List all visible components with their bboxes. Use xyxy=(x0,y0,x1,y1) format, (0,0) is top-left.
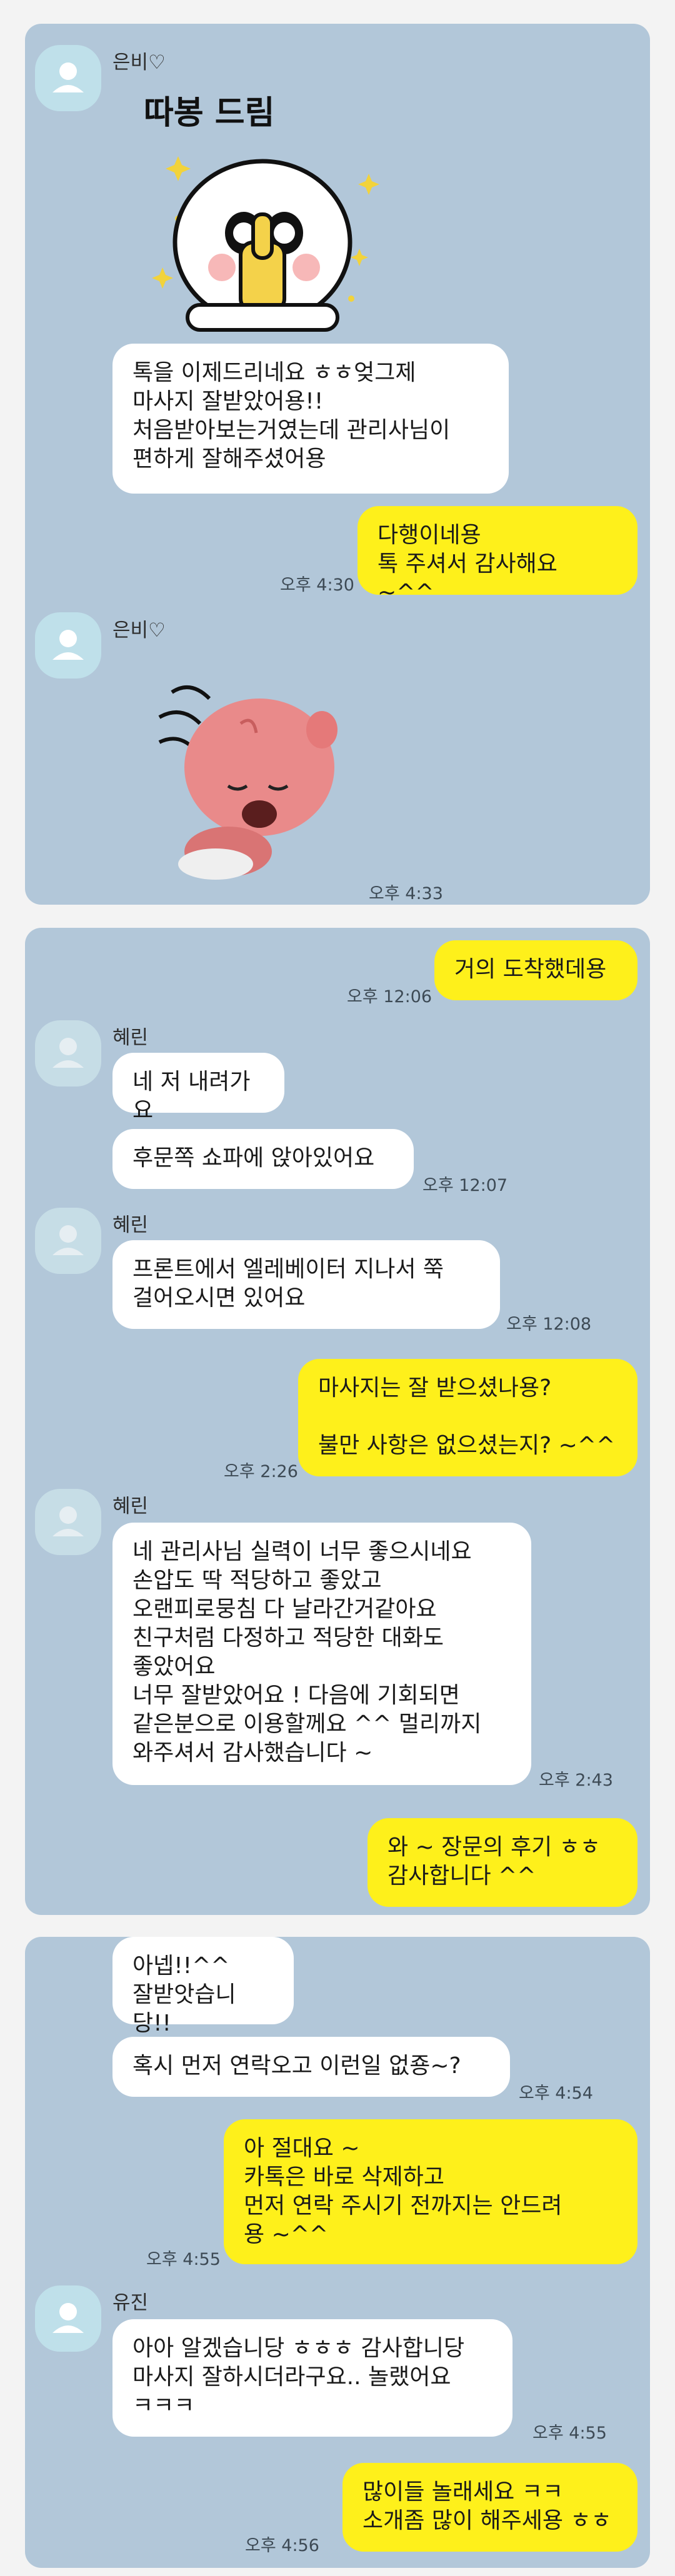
sender-name: 혜린 xyxy=(112,1214,149,1236)
incoming-message[interactable]: 아넵!!^^ 잘받앗습니당!! xyxy=(112,1937,294,2036)
outgoing-message[interactable]: 마사지는 잘 받으셨나용? 불만 사항은 없으셨는지? ~^^ xyxy=(298,1359,638,1476)
outgoing-message[interactable]: 다행이네용 톡 주셔서 감사해요 ~^^ xyxy=(358,506,638,605)
message-time: 오후 4:55 xyxy=(532,2424,607,2443)
message-time: 오후 12:06 xyxy=(347,987,432,1007)
bowing-character-sticker xyxy=(134,649,359,880)
profile-avatar[interactable] xyxy=(35,1489,101,1555)
sender-name: 혜린 xyxy=(112,1027,149,1049)
message-time: 오후 2:26 xyxy=(224,1462,298,1481)
incoming-message[interactable]: 아아 알겠습니당 ㅎㅎㅎ 감사합니당 마사지 잘하시더라구요.. 놀랬어요 ㅋㅋ… xyxy=(112,2319,512,2437)
message-time: 오후 4:56 xyxy=(245,2536,319,2555)
chat-screenshot-3: 아넵!!^^ 잘받앗습니당!! 혹시 먼저 연락오고 이런일 없죵~? 오후 4… xyxy=(25,1937,650,2568)
default-profile-icon xyxy=(52,62,84,92)
default-profile-icon xyxy=(52,1038,84,1068)
incoming-message[interactable]: 네 저 내려가요 xyxy=(112,1053,284,1123)
profile-avatar[interactable] xyxy=(35,612,101,679)
chat-screenshot-2: 거의 도착했데용 오후 12:06 혜린 네 저 내려가요 후문쪽 쇼파에 앉아… xyxy=(25,928,650,1915)
incoming-message[interactable]: 톡을 이제드리네요 ㅎㅎ엊그제 마사지 잘받았어용!! 처음받아보는거였는데 관… xyxy=(112,344,509,494)
message-time: 오후 12:07 xyxy=(422,1176,508,1195)
profile-avatar[interactable] xyxy=(35,2285,101,2352)
profile-avatar[interactable] xyxy=(35,1020,101,1087)
default-profile-icon xyxy=(52,630,84,660)
sticker-caption: 따봉 드림 xyxy=(144,94,274,132)
sender-name: 혜린 xyxy=(112,1495,149,1518)
message-time: 오후 4:55 xyxy=(146,2250,221,2269)
sender-name: 은비♡ xyxy=(112,51,166,74)
outgoing-message[interactable]: 와 ~ 장문의 후기 ㅎㅎ 감사합니다 ^^ xyxy=(368,1818,638,1907)
sender-name: 유진 xyxy=(112,2292,149,2314)
profile-avatar[interactable] xyxy=(35,1208,101,1274)
incoming-message[interactable]: 혹시 먼저 연락오고 이런일 없죵~? xyxy=(112,2037,510,2097)
message-time: 오후 4:33 xyxy=(369,884,443,903)
message-time: 오후 4:54 xyxy=(519,2084,593,2103)
message-time: 오후 2:43 xyxy=(539,1771,613,1790)
default-profile-icon xyxy=(52,2303,84,2333)
default-profile-icon xyxy=(52,1225,84,1255)
sender-name: 은비♡ xyxy=(112,619,166,642)
profile-avatar[interactable] xyxy=(35,45,101,111)
outgoing-message[interactable]: 거의 도착했데용 xyxy=(434,940,638,1000)
outgoing-message[interactable]: 아 절대요 ~ 카톡은 바로 삭제하고 먼저 연락 주시기 전까지는 안드려 용… xyxy=(224,2119,638,2264)
thumbs-up-sticker: 따봉 드림 xyxy=(119,80,381,349)
incoming-message[interactable]: 네 관리사님 실력이 너무 좋으시네요 손압도 딱 적당하고 좋았고 오랜피로뭉… xyxy=(112,1523,531,1785)
incoming-message[interactable]: 후문쪽 쇼파에 앉아있어요 xyxy=(112,1129,414,1189)
chat-screenshot-1: 은비♡ 따봉 드림 톡을 이제드리네요 ㅎㅎ엊그제 마사지 잘받았어용!! 처음… xyxy=(25,24,650,905)
default-profile-icon xyxy=(52,1506,84,1536)
outgoing-message[interactable]: 많이들 놀래세요 ㅋㅋ 소개좀 많이 해주세용 ㅎㅎ xyxy=(342,2463,638,2552)
incoming-message[interactable]: 프론트에서 엘레베이터 지나서 쭉 걸어오시면 있어요 xyxy=(112,1240,500,1329)
message-time: 오후 4:30 xyxy=(280,575,354,595)
message-time: 오후 12:08 xyxy=(506,1315,592,1334)
